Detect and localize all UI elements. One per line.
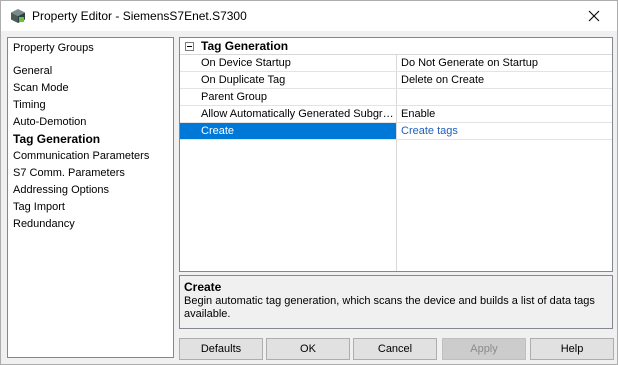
property-row-parent-group[interactable]: Parent Group	[180, 89, 612, 106]
group-item-scan-mode[interactable]: Scan Mode	[13, 80, 149, 97]
collapse-minus-icon[interactable]	[185, 42, 194, 51]
property-row-create[interactable]: Create Create tags	[180, 123, 612, 140]
help-button[interactable]: Help	[530, 338, 614, 360]
group-item-general[interactable]: General	[13, 63, 149, 80]
group-item-addressing-options[interactable]: Addressing Options	[13, 182, 149, 199]
group-item-auto-demotion[interactable]: Auto-Demotion	[13, 114, 149, 131]
property-name[interactable]: On Duplicate Tag	[180, 72, 396, 88]
property-editor-icon	[11, 9, 25, 23]
close-icon	[588, 10, 600, 22]
property-name[interactable]: Allow Automatically Generated Subgro...	[180, 106, 396, 122]
property-row-allow-auto-generated-subgroups[interactable]: Allow Automatically Generated Subgro... …	[180, 106, 612, 123]
group-item-redundancy[interactable]: Redundancy	[13, 216, 149, 233]
property-value[interactable]: Delete on Create	[397, 72, 612, 88]
description-title: Create	[184, 280, 222, 294]
property-row-on-duplicate-tag[interactable]: On Duplicate Tag Delete on Create	[180, 72, 612, 89]
title-bar: Property Editor - SiemensS7Enet.S7300	[1, 1, 617, 31]
group-item-tag-generation[interactable]: Tag Generation	[13, 131, 149, 148]
create-tags-link[interactable]: Create tags	[397, 123, 612, 139]
description-box: Create Begin automatic tag generation, w…	[179, 275, 613, 329]
defaults-button[interactable]: Defaults	[179, 338, 263, 360]
category-label: Tag Generation	[201, 39, 289, 53]
property-groups-panel: Property Groups General Scan Mode Timing…	[7, 37, 174, 358]
property-name[interactable]: Create	[180, 123, 396, 139]
category-row-tag-generation[interactable]: Tag Generation	[180, 38, 612, 55]
property-name[interactable]: On Device Startup	[180, 55, 396, 71]
apply-button: Apply	[442, 338, 526, 360]
group-item-timing[interactable]: Timing	[13, 97, 149, 114]
cancel-button[interactable]: Cancel	[353, 338, 437, 360]
window-title: Property Editor - SiemensS7Enet.S7300	[32, 9, 247, 23]
group-item-tag-import[interactable]: Tag Import	[13, 199, 149, 216]
property-row-on-device-startup[interactable]: On Device Startup Do Not Generate on Sta…	[180, 55, 612, 72]
group-item-s7-comm-parameters[interactable]: S7 Comm. Parameters	[13, 165, 149, 182]
property-groups-list: General Scan Mode Timing Auto-Demotion T…	[13, 63, 149, 233]
property-value[interactable]	[397, 89, 612, 105]
property-name[interactable]: Parent Group	[180, 89, 396, 105]
property-groups-header: Property Groups	[13, 42, 94, 54]
description-text: Begin automatic tag generation, which sc…	[184, 295, 595, 320]
property-value[interactable]: Enable	[397, 106, 612, 122]
close-button[interactable]	[571, 1, 617, 31]
ok-button[interactable]: OK	[266, 338, 350, 360]
group-item-communication-parameters[interactable]: Communication Parameters	[13, 148, 149, 165]
property-grid: Tag Generation On Device Startup Do Not …	[179, 37, 613, 272]
property-editor-window: Property Editor - SiemensS7Enet.S7300 Pr…	[0, 0, 618, 365]
property-value[interactable]: Do Not Generate on Startup	[397, 55, 612, 71]
